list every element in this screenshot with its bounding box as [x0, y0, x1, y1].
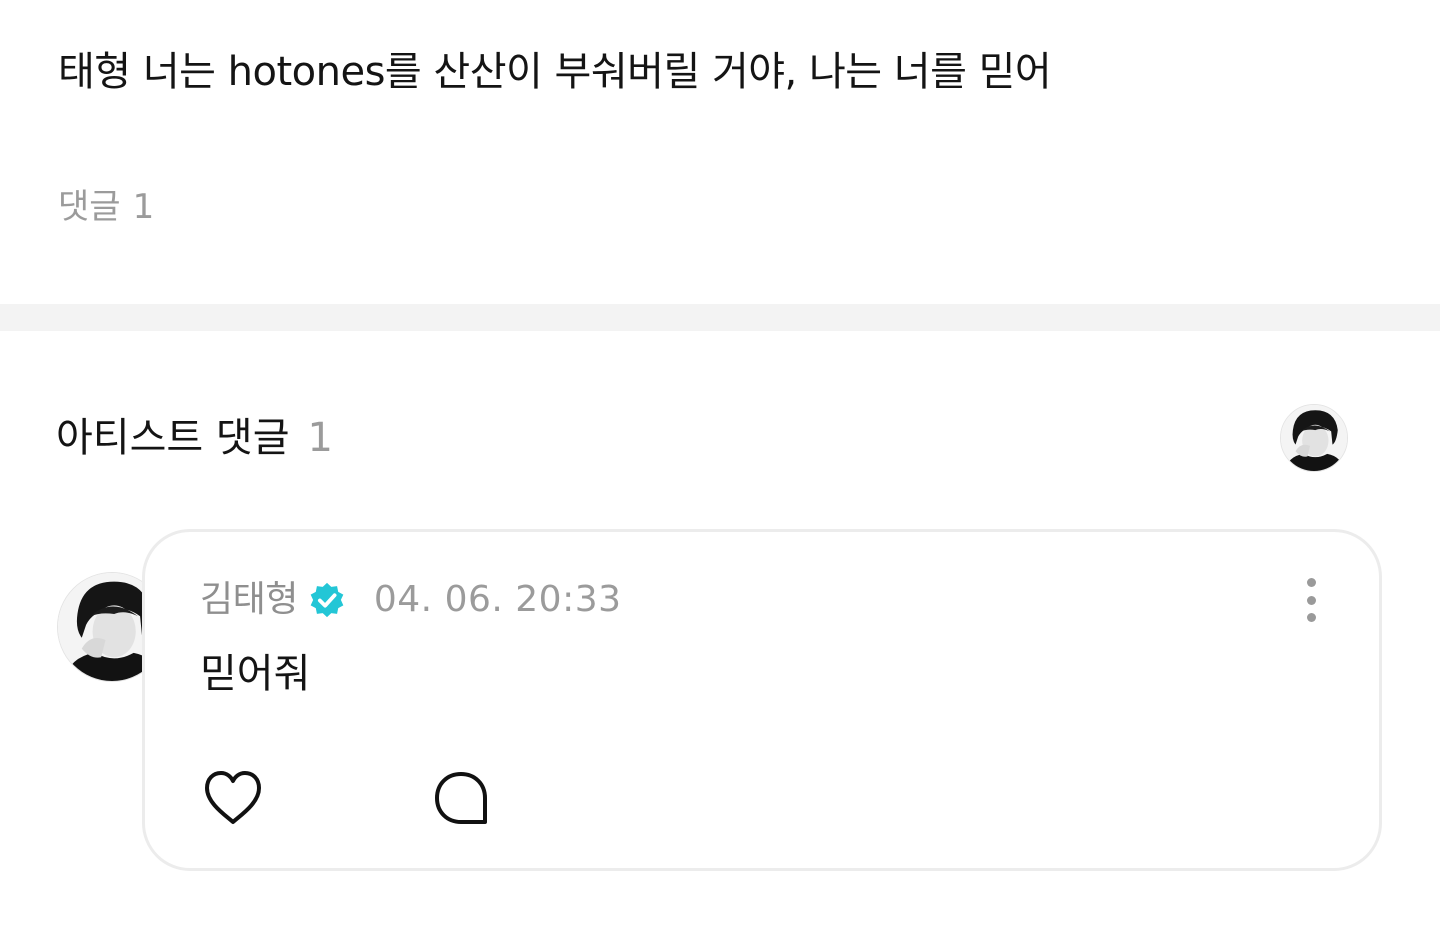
artist-comments-count: 1: [307, 415, 333, 461]
more-vertical-icon-dot: [1306, 613, 1316, 622]
comment-count-value: 1: [132, 187, 155, 227]
artist-avatar-image: [1281, 405, 1347, 471]
artist-avatar[interactable]: [1280, 404, 1348, 472]
comment-author-name[interactable]: 김태형: [200, 576, 298, 624]
heart-icon[interactable]: [201, 768, 265, 828]
artist-comment-card: 김태형 04. 06. 20:33 믿어줘: [142, 529, 1382, 871]
comment-count[interactable]: 댓글 1: [58, 184, 154, 230]
more-options-button[interactable]: [1299, 576, 1323, 624]
comment-meta: 김태형 04. 06. 20:33: [200, 576, 622, 624]
verified-badge-icon: [310, 582, 344, 618]
artist-comments-title: 아티스트 댓글: [56, 415, 290, 461]
more-vertical-icon-dot: [1306, 595, 1316, 605]
comment-count-label: 댓글: [58, 187, 121, 227]
more-vertical-icon-dot: [1306, 578, 1316, 587]
comment-timestamp: 04. 06. 20:33: [373, 579, 622, 620]
artist-comments-header: 아티스트 댓글 1: [56, 410, 333, 466]
section-divider: [0, 304, 1440, 331]
speech-bubble-icon[interactable]: [433, 770, 489, 826]
post-text: 태형 너는 hotones를 산산이 부숴버릴 거야, 나는 너를 믿어: [58, 49, 1052, 95]
comments-page: 태형 너는 hotones를 산산이 부숴버릴 거야, 나는 너를 믿어 댓글 …: [0, 0, 1440, 928]
comment-body: 믿어줘: [200, 651, 311, 697]
